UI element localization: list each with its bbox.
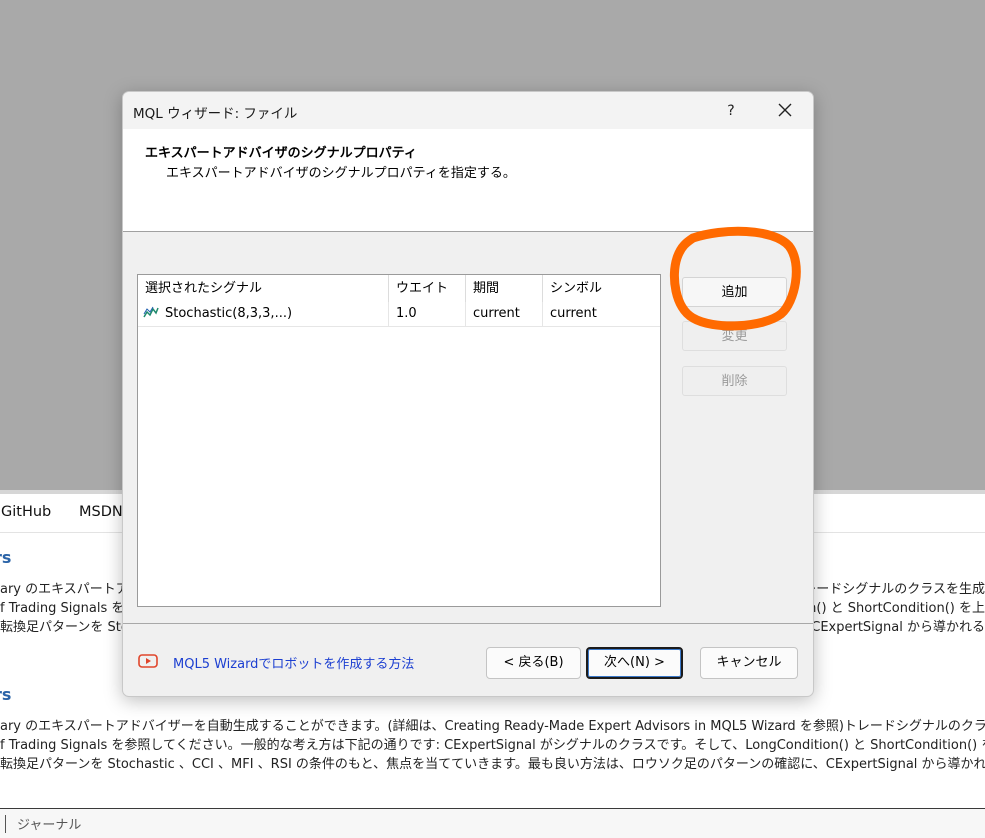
table-row[interactable]: Stochastic(8,3,3,...) 1.0 current curren… <box>138 302 660 327</box>
signal-chart-icon <box>143 306 159 318</box>
period-cell: current <box>466 302 543 326</box>
signal-name: Stochastic(8,3,3,...) <box>165 306 293 321</box>
mql-wizard-dialog: MQL ウィザード: ファイル ? エキスパートアドバイザのシグナルプロパティ … <box>122 91 814 697</box>
cancel-button[interactable]: キャンセル <box>700 647 798 679</box>
wizard-tutorial-link[interactable]: MQL5 Wizardでロボットを作成する方法 <box>173 653 414 672</box>
paragraph-line: CExpertSignal から導かれる <box>811 620 985 635</box>
list-header: 選択されたシグナル ウエイト 期間 シンボル <box>138 275 660 302</box>
paragraph-line: 転換足パターンを Sto <box>0 620 129 635</box>
close-button[interactable] <box>770 96 800 124</box>
column-selected-signal[interactable]: 選択されたシグナル <box>138 275 389 302</box>
header-subtitle: エキスパートアドバイザのシグナルプロパティを指定する。 <box>166 166 516 181</box>
paragraph-line: ary のエキスパートアドバイザーを自動生成することができます。(詳細は、Cre… <box>0 719 985 734</box>
next-button[interactable]: 次へ(N) > <box>586 647 683 679</box>
paragraph-line: on() と ShortCondition() を上 <box>800 601 985 616</box>
paragraph-line: f Trading Signals を <box>0 601 125 616</box>
close-icon <box>778 103 792 117</box>
help-button[interactable]: ? <box>719 99 743 123</box>
dialog-titlebar: MQL ウィザード: ファイル ? <box>123 92 813 129</box>
modify-button[interactable]: 変更 <box>682 321 787 351</box>
dialog-title: MQL ウィザード: ファイル <box>133 106 298 122</box>
column-symbol[interactable]: シンボル <box>543 275 660 302</box>
column-period[interactable]: 期間 <box>466 275 543 302</box>
symbol-cell: current <box>550 306 597 321</box>
paragraph-line: f Trading Signals を参照してください。一般的な考え方は下記の通… <box>0 738 985 753</box>
weight-cell: 1.0 <box>389 302 466 326</box>
status-separator <box>5 815 6 833</box>
tab-msdn[interactable]: MSDN <box>79 504 123 520</box>
tab-github[interactable]: GitHub <box>1 504 51 520</box>
section-heading: rs <box>0 548 12 567</box>
journal-tab[interactable]: ジャーナル <box>17 814 81 833</box>
youtube-icon <box>138 654 158 668</box>
status-bar: ジャーナル <box>0 808 985 838</box>
back-button[interactable]: < 戻る(B) <box>486 647 581 679</box>
header-title: エキスパートアドバイザのシグナルプロパティ <box>145 146 417 161</box>
signal-list[interactable]: 選択されたシグナル ウエイト 期間 シンボル Stochastic(8,3,3,… <box>137 274 661 607</box>
signal-cell: Stochastic(8,3,3,...) <box>138 302 389 326</box>
paragraph-line: 転換足パターンを Stochastic 、CCI 、MFI 、RSI の条件のも… <box>0 757 985 772</box>
add-button[interactable]: 追加 <box>682 277 787 307</box>
column-weight[interactable]: ウエイト <box>389 275 466 302</box>
footer-separator <box>123 623 813 624</box>
delete-button[interactable]: 削除 <box>682 366 787 396</box>
paragraph-line: ary のエキスパートアド <box>0 582 142 597</box>
wizard-header: エキスパートアドバイザのシグナルプロパティ エキスパートアドバイザのシグナルプロ… <box>123 129 813 232</box>
section-heading: rs <box>0 685 12 704</box>
